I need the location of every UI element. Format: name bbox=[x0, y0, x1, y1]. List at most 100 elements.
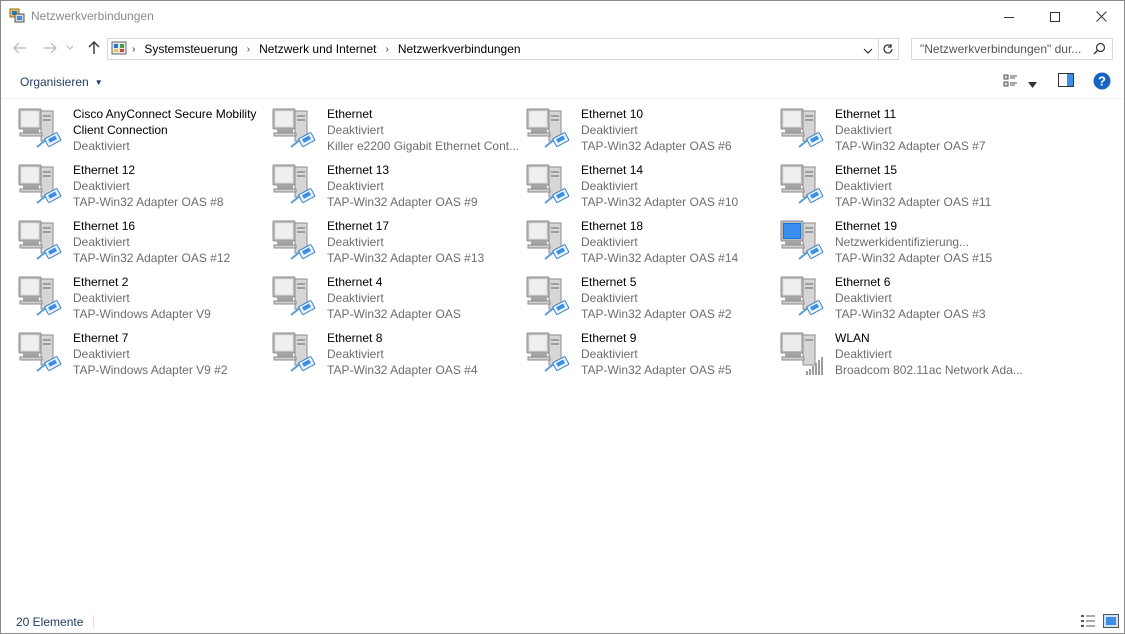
connection-device: TAP-Win32 Adapter OAS #15 bbox=[835, 251, 993, 265]
connection-item[interactable]: Ethernet 12 Deaktiviert TAP-Win32 Adapte… bbox=[17, 161, 267, 215]
ethernet-adapter-disabled-icon bbox=[17, 105, 65, 153]
connection-item[interactable]: Ethernet 11 Deaktiviert TAP-Win32 Adapte… bbox=[779, 105, 1029, 159]
breadcrumb-separator-icon[interactable]: › bbox=[385, 44, 388, 55]
connection-name: Ethernet 11 bbox=[835, 107, 897, 121]
connection-text: Ethernet 7 Deaktiviert TAP-Windows Adapt… bbox=[73, 330, 265, 378]
search-input[interactable]: "Netzwerkverbindungen" dur... bbox=[920, 42, 1086, 56]
connection-status: Deaktiviert bbox=[581, 291, 638, 305]
organize-button[interactable]: Organisieren ▼ bbox=[20, 75, 103, 89]
connection-status: Netzwerkidentifizierung... bbox=[835, 235, 970, 249]
connection-status: Deaktiviert bbox=[73, 291, 130, 305]
connection-device: TAP-Win32 Adapter OAS #7 bbox=[835, 139, 986, 153]
refresh-button[interactable] bbox=[878, 38, 899, 60]
view-options-button[interactable] bbox=[1028, 77, 1037, 91]
close-button[interactable] bbox=[1078, 1, 1124, 32]
view-tiles-icon bbox=[1003, 74, 1017, 87]
connection-name: Ethernet 10 bbox=[581, 107, 644, 121]
address-bar[interactable]: › Systemsteuerung › Netzwerk und Interne… bbox=[107, 38, 879, 60]
connection-name: Ethernet 5 bbox=[581, 275, 637, 289]
connection-text: Ethernet 14 Deaktiviert TAP-Win32 Adapte… bbox=[581, 162, 773, 210]
details-view-button[interactable] bbox=[1080, 614, 1098, 630]
arrow-up-icon bbox=[88, 41, 100, 54]
svg-text:?: ? bbox=[1098, 74, 1106, 89]
connection-status: Deaktiviert bbox=[327, 235, 384, 249]
connection-item[interactable]: Ethernet 5 Deaktiviert TAP-Win32 Adapter… bbox=[525, 273, 775, 327]
connection-item[interactable]: Ethernet Deaktiviert Killer e2200 Gigabi… bbox=[271, 105, 521, 159]
connection-item[interactable]: Ethernet 9 Deaktiviert TAP-Win32 Adapter… bbox=[525, 329, 775, 383]
change-view-button[interactable] bbox=[1003, 73, 1019, 92]
caret-down-icon bbox=[1028, 82, 1037, 88]
up-button[interactable] bbox=[85, 40, 103, 56]
connection-device: TAP-Win32 Adapter OAS #12 bbox=[73, 251, 231, 265]
connection-text: WLAN Deaktiviert Broadcom 802.11ac Netwo… bbox=[835, 330, 1027, 378]
connection-item[interactable]: Ethernet 14 Deaktiviert TAP-Win32 Adapte… bbox=[525, 161, 775, 215]
ethernet-adapter-disabled-icon bbox=[525, 105, 573, 153]
address-history-button[interactable] bbox=[863, 44, 873, 58]
connection-item[interactable]: Ethernet 6 Deaktiviert TAP-Win32 Adapter… bbox=[779, 273, 1029, 327]
connection-name: Ethernet 18 bbox=[581, 219, 644, 233]
connection-item[interactable]: Ethernet 18 Deaktiviert TAP-Win32 Adapte… bbox=[525, 217, 775, 271]
connection-name: Ethernet 15 bbox=[835, 163, 898, 177]
breadcrumb-netzwerk-und-internet[interactable]: Netzwerk und Internet bbox=[259, 42, 376, 56]
connection-item[interactable]: Ethernet 19 Netzwerkidentifizierung... T… bbox=[779, 217, 1029, 271]
network-connections-app-icon bbox=[9, 8, 25, 24]
large-icons-view-icon bbox=[1103, 614, 1119, 628]
forward-button[interactable] bbox=[41, 40, 59, 56]
connection-device: TAP-Win32 Adapter OAS #6 bbox=[581, 139, 732, 153]
help-button[interactable]: ? bbox=[1093, 72, 1111, 93]
connection-item[interactable]: Cisco AnyConnect Secure Mobility Client … bbox=[17, 105, 267, 159]
ethernet-adapter-disabled-icon bbox=[271, 217, 319, 265]
arrow-right-icon bbox=[44, 42, 57, 54]
breadcrumb-separator-icon[interactable]: › bbox=[132, 44, 135, 55]
connection-status: Deaktiviert bbox=[327, 179, 384, 193]
connection-device: TAP-Win32 Adapter OAS #13 bbox=[327, 251, 485, 265]
connection-text: Ethernet 11 Deaktiviert TAP-Win32 Adapte… bbox=[835, 106, 1027, 154]
connection-name: Ethernet 12 bbox=[73, 163, 136, 177]
connection-item[interactable]: Ethernet 13 Deaktiviert TAP-Win32 Adapte… bbox=[271, 161, 521, 215]
ethernet-adapter-disabled-icon bbox=[525, 329, 573, 377]
ethernet-adapter-disabled-icon bbox=[525, 273, 573, 321]
connection-item[interactable]: Ethernet 15 Deaktiviert TAP-Win32 Adapte… bbox=[779, 161, 1029, 215]
breadcrumb-systemsteuerung[interactable]: Systemsteuerung bbox=[144, 42, 237, 56]
search-icon[interactable] bbox=[1093, 42, 1106, 58]
maximize-button[interactable] bbox=[1032, 1, 1078, 32]
minimize-button[interactable] bbox=[986, 1, 1032, 32]
breadcrumb-netzwerkverbindungen[interactable]: Netzwerkverbindungen bbox=[398, 42, 521, 56]
connection-text: Ethernet 19 Netzwerkidentifizierung... T… bbox=[835, 218, 1027, 266]
connection-item[interactable]: Ethernet 10 Deaktiviert TAP-Win32 Adapte… bbox=[525, 105, 775, 159]
status-separator bbox=[93, 615, 94, 629]
connection-item[interactable]: Ethernet 2 Deaktiviert TAP-Windows Adapt… bbox=[17, 273, 267, 327]
connection-device: TAP-Win32 Adapter OAS #4 bbox=[327, 363, 478, 377]
recent-locations-button[interactable] bbox=[65, 40, 75, 56]
connection-text: Ethernet 4 Deaktiviert TAP-Win32 Adapter… bbox=[327, 274, 519, 322]
connection-device: TAP-Win32 Adapter OAS #2 bbox=[581, 307, 732, 321]
connection-name: Cisco AnyConnect Secure Mobility Client … bbox=[73, 107, 257, 137]
connection-text: Ethernet 8 Deaktiviert TAP-Win32 Adapter… bbox=[327, 330, 519, 378]
chevron-down-icon bbox=[863, 48, 873, 54]
help-icon: ? bbox=[1093, 72, 1111, 90]
connection-device: TAP-Win32 Adapter OAS #5 bbox=[581, 363, 732, 377]
breadcrumb-separator-icon[interactable]: › bbox=[247, 44, 250, 55]
item-count: 20 Elemente bbox=[16, 615, 84, 629]
connection-item[interactable]: Ethernet 7 Deaktiviert TAP-Windows Adapt… bbox=[17, 329, 267, 383]
connection-item[interactable]: Ethernet 8 Deaktiviert TAP-Win32 Adapter… bbox=[271, 329, 521, 383]
connection-name: WLAN bbox=[835, 331, 870, 345]
large-icons-view-button[interactable] bbox=[1103, 614, 1121, 630]
connection-name: Ethernet 19 bbox=[835, 219, 898, 233]
connection-name: Ethernet 2 bbox=[73, 275, 129, 289]
back-button[interactable] bbox=[11, 40, 29, 56]
search-box[interactable]: "Netzwerkverbindungen" dur... bbox=[911, 38, 1113, 60]
ethernet-adapter-disabled-icon bbox=[271, 273, 319, 321]
preview-pane-button[interactable] bbox=[1058, 73, 1074, 90]
connection-item[interactable]: WLAN Deaktiviert Broadcom 802.11ac Netwo… bbox=[779, 329, 1029, 383]
connection-item[interactable]: Ethernet 17 Deaktiviert TAP-Win32 Adapte… bbox=[271, 217, 521, 271]
connection-status: Deaktiviert bbox=[581, 179, 638, 193]
connection-device: TAP-Win32 Adapter OAS #9 bbox=[327, 195, 478, 209]
title-bar[interactable]: Netzwerkverbindungen bbox=[1, 1, 1124, 32]
connection-text: Ethernet 15 Deaktiviert TAP-Win32 Adapte… bbox=[835, 162, 1027, 210]
connection-name: Ethernet 16 bbox=[73, 219, 136, 233]
ethernet-adapter-disabled-icon bbox=[17, 329, 65, 377]
connection-item[interactable]: Ethernet 16 Deaktiviert TAP-Win32 Adapte… bbox=[17, 217, 267, 271]
connection-text: Ethernet 13 Deaktiviert TAP-Win32 Adapte… bbox=[327, 162, 519, 210]
connection-item[interactable]: Ethernet 4 Deaktiviert TAP-Win32 Adapter… bbox=[271, 273, 521, 327]
